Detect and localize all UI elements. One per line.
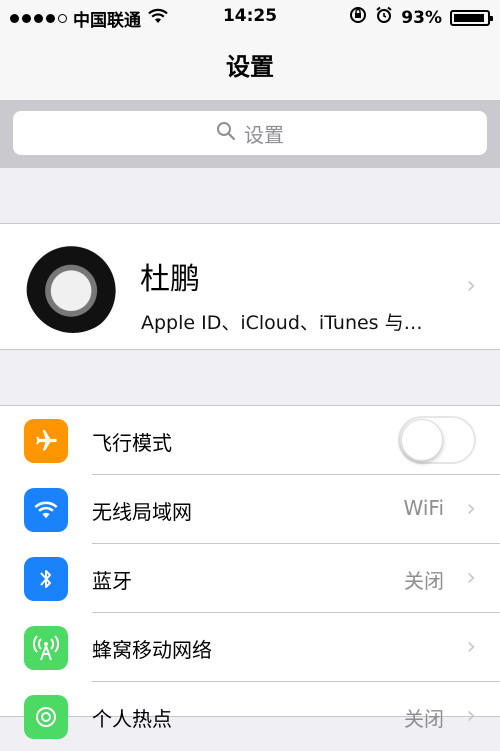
apple-id-row[interactable]: 杜鹏 Apple ID、iCloud、iTunes 与… › [0, 223, 500, 350]
airplane-icon [24, 419, 68, 463]
search-area: 设置 [0, 100, 500, 168]
avatar [26, 239, 120, 333]
alarm-icon [375, 6, 393, 29]
hotspot-icon [24, 695, 68, 739]
settings-row-label: 蜂窝移动网络 [92, 638, 212, 662]
nav-bar: 设置 [0, 34, 500, 100]
profile-subtitle: Apple ID、iCloud、iTunes 与… [141, 312, 423, 334]
settings-row-airplane-mode[interactable]: 飞行模式 [0, 406, 500, 475]
settings-row-value: WiFi [403, 496, 445, 520]
settings-row-bluetooth[interactable]: 蓝牙 关闭 › [0, 544, 500, 613]
airplane-mode-toggle[interactable] [398, 416, 476, 464]
status-right: 93% [349, 6, 493, 29]
chevron-right-icon: › [466, 271, 476, 299]
search-icon [216, 121, 236, 146]
page-title: 设置 [226, 53, 274, 81]
toggle-knob [401, 419, 443, 461]
settings-row-label: 无线局域网 [92, 500, 192, 524]
settings-list: 飞行模式 无线局域网 WiFi › 蓝牙 关闭 › 蜂窝移动网络 › 个人热点 … [0, 405, 500, 739]
profile-name: 杜鹏 [140, 262, 200, 297]
chevron-right-icon: › [466, 494, 476, 522]
battery-percent: 93% [401, 7, 442, 28]
search-input[interactable]: 设置 [13, 111, 487, 155]
chevron-right-icon: › [466, 632, 476, 660]
wifi-icon [24, 488, 68, 532]
settings-row-label: 个人热点 [92, 707, 172, 731]
settings-row-wlan[interactable]: 无线局域网 WiFi › [0, 475, 500, 544]
settings-row-label: 蓝牙 [92, 569, 132, 593]
status-bar: 中国联通 14:25 93% [0, 0, 500, 34]
settings-row-cellular[interactable]: 蜂窝移动网络 › [0, 613, 500, 682]
battery-icon [450, 9, 493, 26]
search-placeholder: 设置 [244, 122, 284, 147]
cellular-icon [24, 626, 68, 670]
chevron-right-icon: › [466, 563, 476, 591]
battery-fill [454, 13, 484, 22]
settings-row-value: 关闭 [404, 569, 444, 593]
settings-row-personal-hotspot[interactable]: 个人热点 关闭 › [0, 682, 500, 751]
bluetooth-icon [24, 557, 68, 601]
settings-row-label: 飞行模式 [92, 431, 172, 455]
settings-row-value: 关闭 [404, 707, 444, 731]
chevron-right-icon: › [466, 701, 476, 729]
rotation-lock-icon [349, 6, 367, 29]
